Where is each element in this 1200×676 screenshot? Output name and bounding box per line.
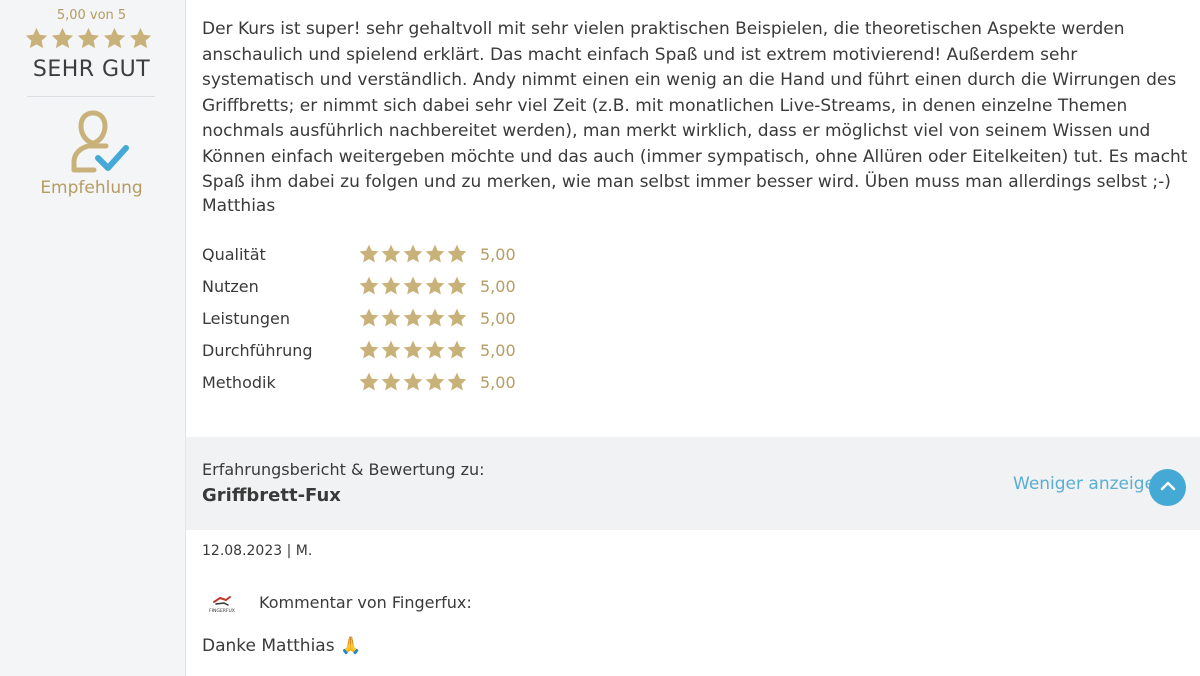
- review-text: Der Kurs ist super! sehr gehaltvoll mit …: [202, 19, 1188, 192]
- rating-stars: [358, 339, 480, 361]
- rating-label: Methodik: [202, 372, 276, 392]
- rating-stars: [358, 307, 480, 329]
- rating-row-leistungen: Leistungen 5,00: [202, 302, 516, 334]
- star-icon: [380, 371, 402, 393]
- star-icon: [358, 371, 380, 393]
- rating-stars: [358, 243, 480, 265]
- star-icon: [358, 307, 380, 329]
- rating-value: 5,00: [480, 244, 516, 264]
- course-name: Griffbrett-Fux: [202, 485, 341, 506]
- chevron-up-icon: [1158, 476, 1178, 500]
- star-icon: [402, 339, 424, 361]
- star-icon: [402, 243, 424, 265]
- comment-title: Kommentar von Fingerfux:: [259, 593, 472, 612]
- star-icon: [380, 275, 402, 297]
- rating-row-methodik: Methodik 5,00: [202, 366, 516, 398]
- star-icon: [446, 307, 468, 329]
- rating-row-nutzen: Nutzen 5,00: [202, 270, 516, 302]
- star-icon: [102, 26, 127, 51]
- star-icon: [380, 307, 402, 329]
- show-less-link[interactable]: Weniger anzeigen: [1013, 474, 1166, 494]
- fingerfux-logo: FINGERFUX: [206, 592, 238, 614]
- rating-label: Qualität: [202, 244, 266, 264]
- sidebar-divider: [27, 96, 155, 97]
- star-icon: [446, 243, 468, 265]
- star-icon: [358, 339, 380, 361]
- rating-value: 5,00: [480, 372, 516, 392]
- rating-label: Durchführung: [202, 340, 313, 360]
- rating-summary-sidebar: 5,00 von 5 SEHR GUT Empfehlung: [0, 0, 186, 676]
- star-icon: [380, 339, 402, 361]
- star-icon: [446, 275, 468, 297]
- star-icon: [358, 275, 380, 297]
- star-icon: [424, 371, 446, 393]
- rating-label: Nutzen: [202, 276, 259, 296]
- star-icon: [50, 26, 75, 51]
- review-date-author: 12.08.2023 | M.: [202, 543, 313, 559]
- star-icon: [424, 275, 446, 297]
- star-icon: [358, 243, 380, 265]
- review-subject-intro: Erfahrungsbericht & Bewertung zu:: [202, 460, 485, 479]
- star-icon: [76, 26, 101, 51]
- star-icon: [424, 243, 446, 265]
- star-icon: [402, 371, 424, 393]
- star-icon: [424, 339, 446, 361]
- rating-value: 5,00: [480, 340, 516, 360]
- rating-value: 5,00: [480, 276, 516, 296]
- rating-stars: [358, 371, 480, 393]
- comment-body: Danke Matthias 🙏: [202, 636, 362, 656]
- star-icon: [446, 339, 468, 361]
- star-icon: [402, 307, 424, 329]
- rating-value: 5,00: [480, 308, 516, 328]
- average-score-text: 5,00 von 5: [56, 8, 127, 23]
- logo-text: FINGERFUX: [209, 608, 235, 614]
- rating-label: Leistungen: [202, 308, 290, 328]
- star-icon: [424, 307, 446, 329]
- star-icon: [402, 275, 424, 297]
- rating-stars: [358, 275, 480, 297]
- grade-label: SEHR GUT: [32, 57, 151, 82]
- recommendation-user-check-icon: [70, 110, 130, 176]
- review-author: Matthias: [202, 196, 276, 216]
- star-icon: [128, 26, 153, 51]
- rating-row-durchfuehrung: Durchführung 5,00: [202, 334, 516, 366]
- star-icon: [380, 243, 402, 265]
- star-icon: [446, 371, 468, 393]
- review-info-bar: Erfahrungsbericht & Bewertung zu: Griffb…: [186, 437, 1200, 530]
- star-icon: [24, 26, 49, 51]
- rating-row-qualitaet: Qualität 5,00: [202, 238, 516, 270]
- rating-breakdown: Qualität 5,00 Nutzen 5,00 Leistungen 5,0…: [202, 238, 516, 398]
- collapse-button[interactable]: [1149, 469, 1186, 506]
- recommendation-label: Empfehlung: [40, 178, 143, 198]
- summary-stars: [24, 26, 153, 51]
